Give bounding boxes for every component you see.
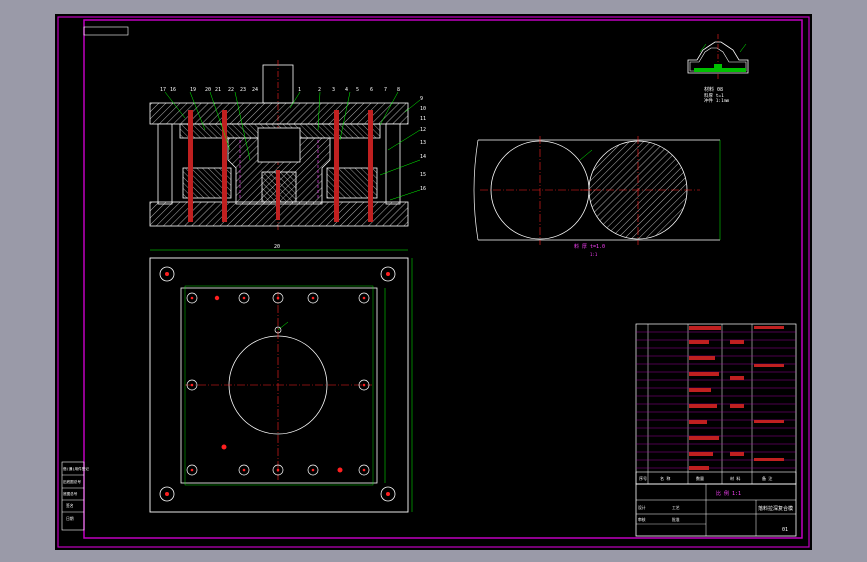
part-number: 19 bbox=[190, 87, 196, 93]
bom-header: 名 称 bbox=[660, 475, 670, 481]
bom-header: 备 注 bbox=[762, 475, 772, 481]
cad-viewport: 材料 08 料厚 t=1 冲件 1:1mm 17 16 19 20 21 22 … bbox=[0, 0, 867, 562]
part-number: 4 bbox=[345, 87, 348, 93]
stamp-row: 旧底图总号 bbox=[63, 479, 81, 484]
part-number: 17 bbox=[160, 87, 166, 93]
part-number: 20 bbox=[205, 87, 211, 93]
blank-view: 料 厚 t=1.0 1:1 bbox=[473, 136, 721, 257]
product-view: 材料 08 料厚 t=1 冲件 1:1mm bbox=[687, 34, 749, 104]
stamp-row: 底图总号 bbox=[63, 491, 78, 496]
title-row-label: 审核 bbox=[638, 517, 646, 522]
product-note-2: 料厚 t=1 bbox=[704, 92, 724, 99]
section-view: 17 16 19 20 21 22 23 24 1 2 3 4 5 6 7 8 … bbox=[149, 60, 426, 230]
part-number: 24 bbox=[252, 87, 258, 93]
product-note-3: 冲件 1:1mm bbox=[704, 97, 730, 104]
blank-scale: 1:1 bbox=[590, 252, 598, 257]
part-number: 11 bbox=[420, 116, 426, 122]
blank-caption: 料 厚 t=1.0 bbox=[574, 243, 605, 250]
stamp-row: 借(通)用件登记 bbox=[63, 466, 89, 471]
cad-drawing: 材料 08 料厚 t=1 冲件 1:1mm 17 16 19 20 21 22 … bbox=[57, 16, 810, 548]
part-number: 3 bbox=[332, 87, 335, 93]
part-number: 13 bbox=[420, 140, 426, 146]
title-row-label: 工艺 bbox=[672, 505, 680, 510]
plan-dimension: 20 bbox=[274, 244, 280, 250]
bom-header: 序号 bbox=[639, 475, 647, 481]
part-number: 7 bbox=[384, 87, 387, 93]
bom-table: 序号 名 称 数量 材 料 备 注 bbox=[635, 323, 797, 485]
part-number: 1 bbox=[298, 87, 301, 93]
part-number: 22 bbox=[228, 87, 234, 93]
bom-red-fill bbox=[689, 326, 784, 470]
scale-label: 比 例 1:1 bbox=[716, 490, 741, 497]
title-row-label: 设计 bbox=[638, 505, 646, 510]
part-number: 6 bbox=[370, 87, 373, 93]
side-stamp: 借(通)用件登记 旧底图总号 底图总号 签名 日期 bbox=[61, 461, 89, 531]
bom-header: 材 料 bbox=[730, 475, 740, 481]
drawing-name: 落料拉深复合模 bbox=[758, 505, 793, 512]
stamp-row: 签名 bbox=[66, 503, 74, 508]
title-row-label: 批准 bbox=[672, 517, 680, 522]
sheet-number: 01 bbox=[782, 527, 788, 533]
title-block: 落料拉深复合模 01 比 例 1:1 设计 审核 工艺 批准 bbox=[635, 483, 797, 537]
product-note-1: 材料 08 bbox=[704, 86, 723, 93]
part-number: 12 bbox=[420, 127, 426, 133]
part-number: 2 bbox=[318, 87, 321, 93]
part-number: 15 bbox=[420, 172, 426, 178]
part-number: 16 bbox=[170, 87, 176, 93]
part-number: 10 bbox=[420, 106, 426, 112]
part-number: 14 bbox=[420, 154, 426, 160]
top-left-tag bbox=[83, 26, 129, 36]
part-number: 21 bbox=[215, 87, 221, 93]
part-number: 16 bbox=[420, 186, 426, 192]
part-number: 5 bbox=[356, 87, 359, 93]
part-number: 23 bbox=[240, 87, 246, 93]
stamp-row: 日期 bbox=[66, 516, 74, 521]
inner-frame bbox=[83, 19, 803, 539]
part-number: 9 bbox=[420, 96, 423, 102]
part-number: 8 bbox=[397, 87, 400, 93]
bom-header: 数量 bbox=[696, 475, 704, 481]
plan-view: 20 bbox=[149, 244, 413, 513]
